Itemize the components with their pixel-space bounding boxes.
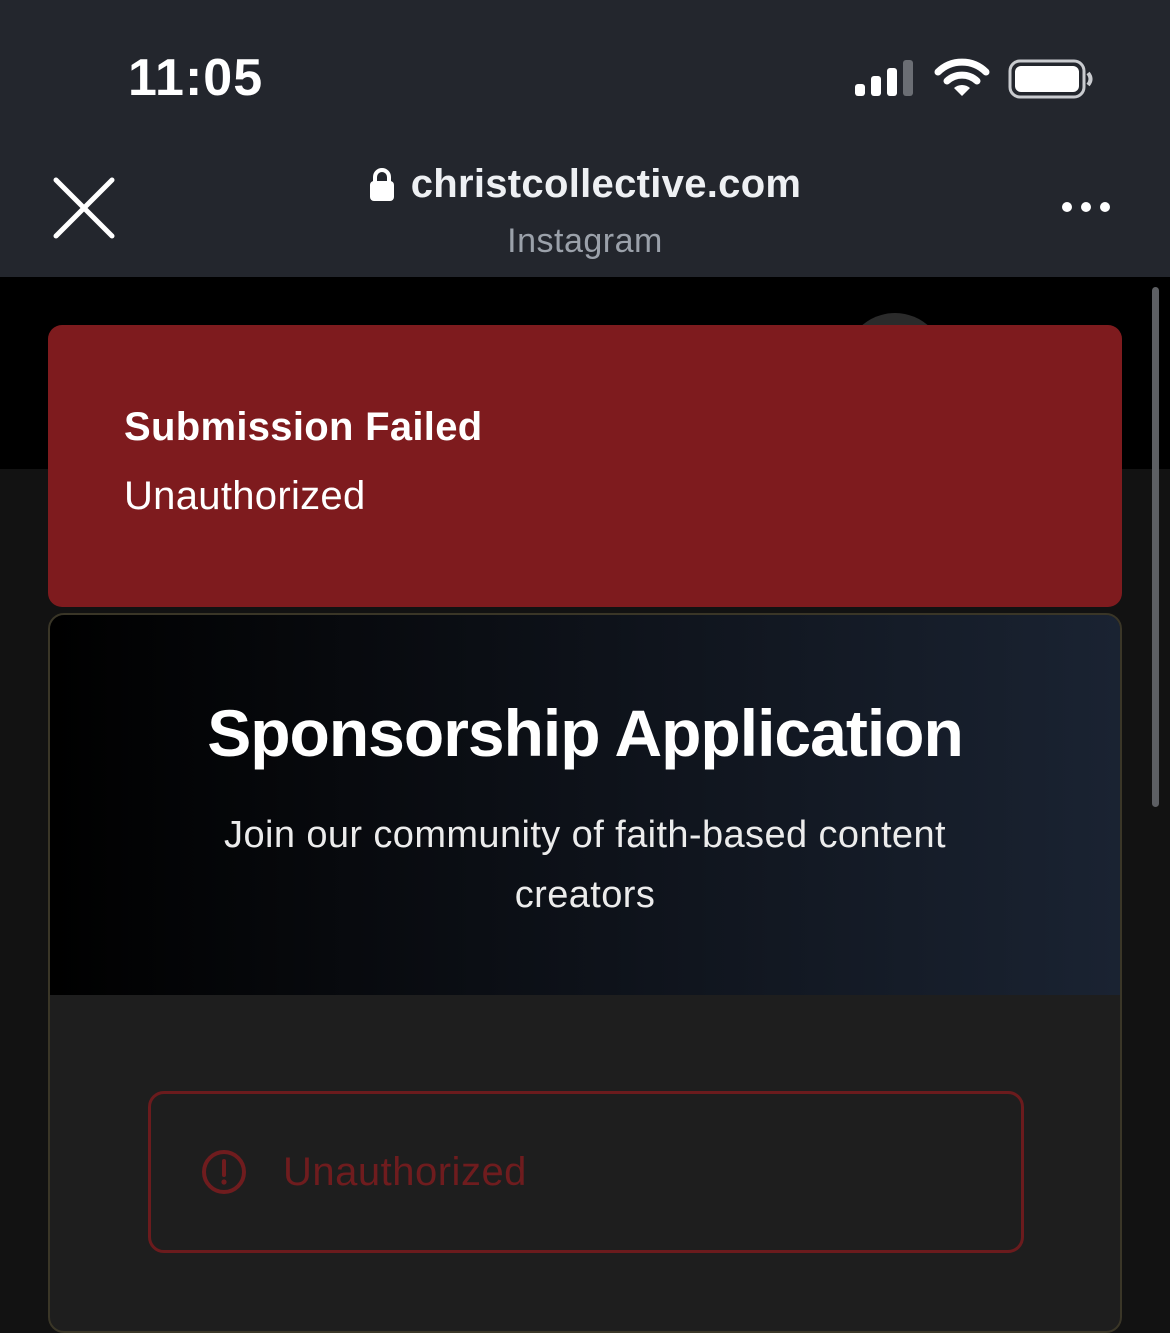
- address-bar[interactable]: christcollective.com: [0, 162, 1170, 207]
- toast-title: Submission Failed: [124, 405, 483, 449]
- page-title: Sponsorship Application: [207, 696, 964, 770]
- url-text: christcollective.com: [410, 162, 802, 206]
- alert-circle-icon: [202, 1150, 246, 1194]
- card-hero: Sponsorship Application Join our communi…: [50, 615, 1120, 995]
- wifi-icon: [934, 58, 990, 96]
- cellular-signal-icon: [855, 60, 913, 96]
- scrollbar[interactable]: [1152, 287, 1159, 807]
- web-page: Submission Failed Unauthorized Sponsorsh…: [0, 277, 1170, 1333]
- source-label: Instagram: [507, 222, 663, 260]
- application-card: Sponsorship Application Join our communi…: [48, 613, 1122, 1333]
- more-icon[interactable]: [1060, 200, 1112, 214]
- toast-message: Unauthorized: [124, 474, 366, 518]
- battery-icon: [1008, 59, 1093, 99]
- status-bar: 11:05: [0, 0, 1170, 150]
- error-toast: Submission Failed Unauthorized: [48, 325, 1122, 607]
- lock-icon: [369, 167, 394, 201]
- error-alert: Unauthorized: [148, 1091, 1024, 1253]
- error-message: Unauthorized: [283, 1149, 527, 1194]
- browser-bar: christcollective.com Instagram: [0, 150, 1170, 277]
- status-time: 11:05: [128, 49, 264, 107]
- page-subtitle: Join our community of faith-based conten…: [224, 814, 946, 916]
